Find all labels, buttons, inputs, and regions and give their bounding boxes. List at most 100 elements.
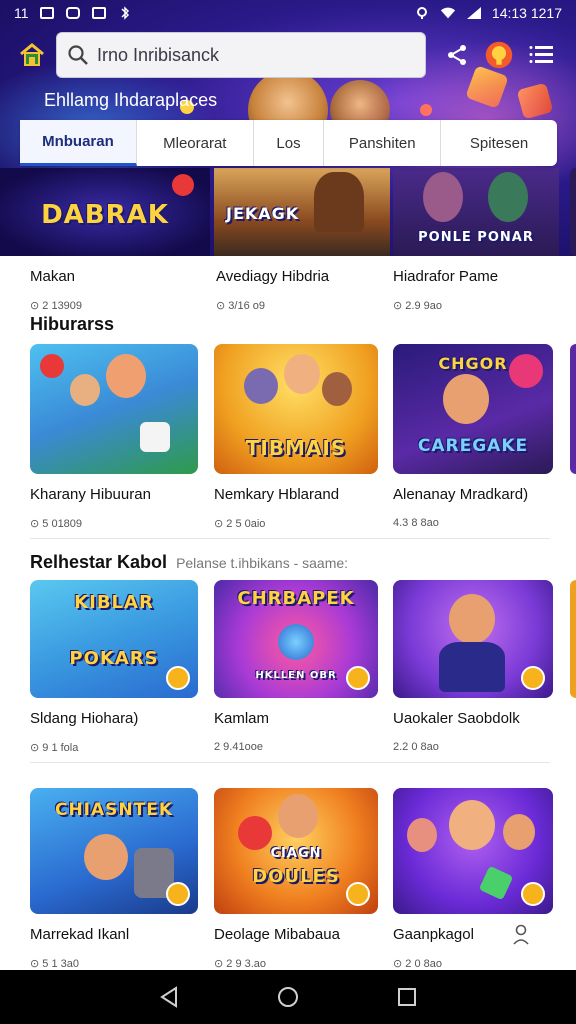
play-badge bbox=[166, 666, 190, 690]
game-name: Sldang Hiohara) bbox=[30, 710, 139, 727]
game-name: Kharany Hibuuran bbox=[30, 486, 151, 503]
thumbnail-title: DABRAK bbox=[41, 200, 169, 230]
tab-mleorarat[interactable]: Mleorarat bbox=[137, 120, 254, 166]
section-divider bbox=[30, 762, 550, 763]
category-tabs: Mnbuaran Mleorarat Los Panshiten Spitese… bbox=[20, 120, 557, 166]
thumbnail-title: JEKAGK bbox=[226, 204, 300, 223]
game-card[interactable]: PONLE PONAR Hiadrafor Pame ⊙ 2.9 9ao bbox=[393, 168, 559, 312]
thumbnail-character bbox=[70, 374, 100, 406]
next-card-peek[interactable] bbox=[570, 580, 576, 698]
tab-los[interactable]: Los bbox=[254, 120, 325, 166]
game-meta: ⊙ 2.9 9ao bbox=[393, 300, 442, 312]
game-thumbnail: CHRBAPEK HKLLEN OBR bbox=[214, 580, 378, 698]
tab-spitesen[interactable]: Spitesen bbox=[441, 120, 557, 166]
back-button[interactable] bbox=[149, 977, 189, 1017]
hero-title: Ehllamg Ihdaraplaces bbox=[44, 90, 218, 110]
search-icon bbox=[68, 45, 88, 65]
search-input[interactable]: Irno Inribisanck bbox=[56, 32, 426, 78]
game-card[interactable]: CHGOR CAREGAKE Alenanay Mradkard) 4.3 8 … bbox=[393, 344, 553, 529]
app-screen: 11 14:13 1217 Irno Inribisanck Ehllamg I… bbox=[0, 0, 576, 1024]
thumbnail-character bbox=[84, 834, 128, 880]
thumbnail-title: CAREGAKE bbox=[417, 436, 529, 456]
game-thumbnail bbox=[30, 344, 198, 474]
status-bar: 11 14:13 1217 bbox=[0, 0, 576, 26]
thumbnail-top-title: KIBLAR bbox=[74, 592, 154, 613]
game-name: Deolage Mibabaua bbox=[214, 926, 340, 943]
thumbnail-character bbox=[106, 354, 146, 398]
hero-spark bbox=[420, 104, 432, 116]
play-badge bbox=[521, 666, 545, 690]
game-card[interactable]: JEKAGK Avediagy Hibdria ⊙ 3/16 o9 bbox=[214, 168, 390, 312]
status-right-text: 14:13 1217 bbox=[491, 5, 562, 21]
section-title: Relhestar Kabol Pelanse t.ihbikans - saa… bbox=[30, 552, 348, 573]
bluetooth-icon bbox=[117, 6, 133, 20]
game-card[interactable]: KIBLAR POKARS Sldang Hiohara) ⊙ 9 1 fola bbox=[30, 580, 198, 754]
menu-button[interactable] bbox=[526, 40, 556, 70]
game-meta: ⊙ 2 9 3.ao bbox=[214, 958, 267, 970]
thumbnail-character bbox=[284, 354, 320, 394]
home-button[interactable] bbox=[10, 33, 54, 77]
rewards-button[interactable] bbox=[484, 40, 514, 70]
thumbnail-character bbox=[278, 794, 318, 838]
section-title-text: Relhestar Kabol bbox=[30, 552, 168, 572]
game-name: Alenanay Mradkard) bbox=[393, 486, 529, 503]
game-card[interactable]: CHRBAPEK HKLLEN OBR Kamlam 2 9.41ooe bbox=[214, 580, 378, 753]
notification-icon bbox=[65, 6, 81, 20]
game-meta: 2.2 0 8ao bbox=[393, 741, 439, 753]
section-subtitle: Pelanse t.ihbikans - saame: bbox=[176, 555, 349, 571]
section-divider bbox=[30, 538, 550, 539]
game-name: Hiadrafor Pame bbox=[393, 268, 499, 285]
signal-icon bbox=[466, 6, 482, 20]
thumbnail-character bbox=[423, 172, 463, 222]
game-card[interactable]: CIAGN DOULES Deolage Mibabaua ⊙ 2 9 3.ao bbox=[214, 788, 378, 970]
thumbnail-character bbox=[449, 800, 495, 850]
tab-mnbuaran[interactable]: Mnbuaran bbox=[20, 120, 137, 166]
game-meta: ⊙ 3/16 o9 bbox=[216, 300, 265, 312]
gallery-icon bbox=[39, 6, 55, 20]
thumbnail-title: PONLE PONAR bbox=[418, 230, 534, 245]
search-value: Irno Inribisanck bbox=[97, 44, 220, 65]
game-card[interactable]: CHIASNTEK Marrekad Ikanl ⊙ 5 1 3a0 bbox=[30, 788, 198, 970]
game-name: Makan bbox=[30, 268, 76, 285]
play-badge bbox=[521, 882, 545, 906]
thumbnail-title: CHIASNTEK bbox=[54, 800, 174, 820]
thumbnail-character bbox=[439, 642, 505, 692]
share-icon bbox=[448, 45, 466, 65]
thumbnail-character bbox=[322, 372, 352, 406]
play-badge bbox=[346, 666, 370, 690]
share-button[interactable] bbox=[442, 40, 472, 70]
game-card[interactable]: Uaokaler Saobdolk 2.2 0 8ao bbox=[393, 580, 553, 753]
game-meta: ⊙ 9 1 fola bbox=[30, 742, 79, 754]
tab-panshiten[interactable]: Panshiten bbox=[324, 120, 442, 166]
game-thumbnail: KIBLAR POKARS bbox=[30, 580, 198, 698]
game-meta: ⊙ 5 1 3a0 bbox=[30, 958, 79, 970]
thumbnail-character bbox=[314, 172, 364, 232]
next-card-peek[interactable] bbox=[570, 168, 576, 256]
hero-gem bbox=[516, 82, 554, 120]
cast-icon bbox=[91, 6, 107, 20]
thumbnail-character bbox=[503, 814, 535, 850]
game-name: Avediagy Hibdria bbox=[216, 268, 330, 285]
home-nav-button[interactable] bbox=[268, 977, 308, 1017]
top-bar: Irno Inribisanck bbox=[10, 30, 566, 80]
play-badge bbox=[346, 882, 370, 906]
trophy-icon bbox=[485, 41, 513, 69]
thumbnail-title: CHRBAPEK bbox=[237, 588, 355, 609]
thumbnail-character bbox=[244, 368, 278, 404]
game-meta: 4.3 8 8ao bbox=[393, 517, 439, 529]
game-card[interactable]: TIBMAIS Nemkary Hblarand ⊙ 2 5 0aio bbox=[214, 344, 378, 530]
recents-button[interactable] bbox=[387, 977, 427, 1017]
game-card[interactable]: DABRAK Makan ⊙ 2 13909 bbox=[0, 168, 210, 312]
next-card-peek[interactable] bbox=[570, 344, 576, 474]
thumbnail-badge bbox=[172, 174, 194, 196]
home-circle-icon bbox=[277, 987, 298, 1007]
menu-icon bbox=[529, 46, 553, 63]
game-name: Nemkary Hblarand bbox=[214, 486, 340, 503]
section-title: Hiburarss bbox=[30, 314, 115, 334]
game-card[interactable]: Kharany Hibuuran ⊙ 5 01809 bbox=[30, 344, 198, 530]
back-icon bbox=[160, 986, 178, 1008]
profile-float-icon[interactable] bbox=[512, 924, 530, 946]
status-time: 11 bbox=[14, 5, 29, 21]
thumbnail-item bbox=[140, 422, 170, 452]
home-icon bbox=[20, 43, 44, 66]
